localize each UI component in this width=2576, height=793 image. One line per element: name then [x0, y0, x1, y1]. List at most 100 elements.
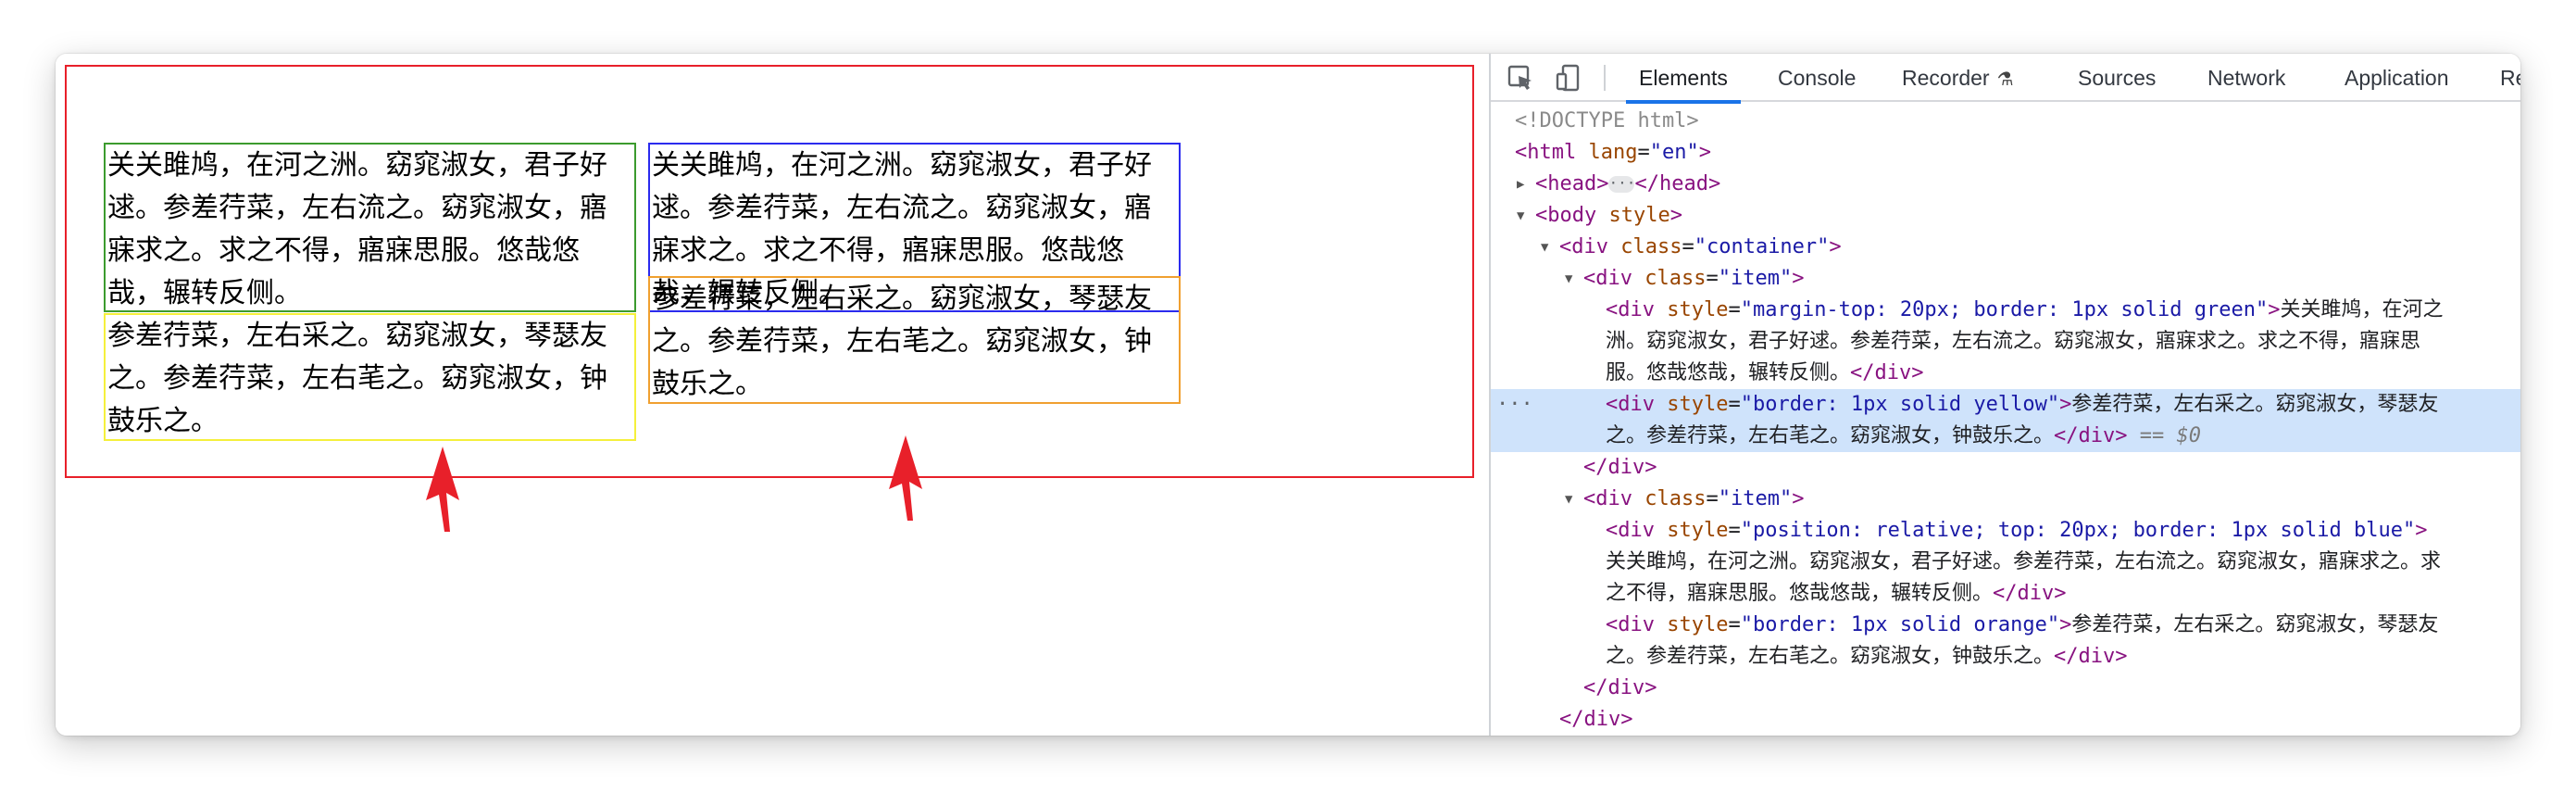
- item1-open-tag: <div: [1583, 267, 1632, 290]
- collapse-triangle-icon[interactable]: ▼: [1517, 200, 1524, 232]
- green-style-value: "margin-top: 20px; border: 1px solid gre…: [1740, 298, 2269, 321]
- blue-style-value: "position: relative; top: 20px; border: …: [1740, 519, 2416, 542]
- tree-node-item-2[interactable]: ▼ <div class="item">: [1491, 484, 2520, 515]
- tree-node-blue-div-cont[interactable]: 关关雎鸠，在河之洲。窈窕淑女，君子好逑。参差荇菜，左右流之。窈窕淑女，寤寐求之。…: [1491, 547, 2520, 578]
- tree-node-orange-div-cont[interactable]: 之。参差荇菜，左右芼之。窈窕淑女，钟鼓乐之。</div>: [1491, 641, 2520, 673]
- tab-elements[interactable]: Elements: [1626, 54, 1741, 104]
- tree-node-blue-div-end[interactable]: 之不得，寤寐思服。悠哉悠哉，辗转反侧。</div>: [1491, 578, 2520, 610]
- container-open-tag: <div: [1559, 235, 1608, 258]
- tree-node-green-div-cont[interactable]: 洲。窈窕淑女，君子好逑。参差荇菜，左右流之。窈窕淑女，寤寐求之。求之不得，寤寐思: [1491, 326, 2520, 358]
- tree-node-item-1[interactable]: ▼ <div class="item">: [1491, 263, 2520, 295]
- inspect-cursor-icon[interactable]: [1506, 63, 1535, 93]
- blue-text-line-2: 之不得，寤寐思服。悠哉悠哉，辗转反侧。: [1606, 582, 1994, 605]
- ellipsis-icon[interactable]: ···: [1608, 176, 1635, 193]
- container-close-tag: </div>: [1559, 708, 1633, 731]
- orange-text-line-2: 之。参差荇菜，左右芼之。窈窕淑女，钟鼓乐之。: [1606, 645, 2055, 668]
- device-toolbar-icon[interactable]: [1554, 63, 1583, 93]
- item2-class-attr: class: [1644, 487, 1707, 510]
- tree-node-green-div-end[interactable]: 服。悠哉悠哉，辗转反侧。</div>: [1491, 358, 2520, 389]
- devtools-toolbar: Elements Console Recorder ⚗ Sources Netwo…: [1491, 54, 2520, 104]
- blue-close-tag: </div>: [1993, 582, 2067, 605]
- yellow-text-line-2: 之。参差荇菜，左右芼之。窈窕淑女，钟鼓乐之。: [1606, 424, 2055, 447]
- row-actions-ellipsis-icon[interactable]: ···: [1496, 389, 1533, 421]
- tree-node-yellow-div-selected[interactable]: ··· <div style="border: 1px solid yellow…: [1491, 389, 2520, 421]
- green-text-line-2: 洲。窈窕淑女，君子好逑。参差荇菜，左右流之。窈窕淑女，寤寐求之。求之不得，寤寐思: [1606, 330, 2421, 353]
- green-style-attr: style: [1667, 298, 1729, 321]
- item2-class-value: "item": [1718, 487, 1793, 510]
- collapse-triangle-icon[interactable]: ▼: [1565, 484, 1572, 515]
- tab-sources[interactable]: Sources: [2078, 54, 2156, 102]
- orange-close-tag: </div>: [2054, 645, 2128, 668]
- yellow-bordered-div: 参差荇菜，左右采之。窈窕淑女，琴瑟友之。参差荇菜，左右芼之。窈窕淑女，钟鼓乐之。: [104, 313, 636, 441]
- tree-node-container[interactable]: ▼ <div class="container">: [1491, 232, 2520, 263]
- elements-tree: <!DOCTYPE html> <html lang="en"> ▶ <head…: [1491, 102, 2520, 736]
- tab-application[interactable]: Application: [2345, 54, 2449, 102]
- tree-node-body[interactable]: ▼ <body style>: [1491, 200, 2520, 232]
- tab-network[interactable]: Network: [2207, 54, 2285, 102]
- tree-node-head[interactable]: ▶ <head>···</head>: [1491, 169, 2520, 200]
- item1-class-value: "item": [1718, 267, 1793, 290]
- red-arrow-icon: [426, 447, 459, 532]
- orange-style-attr: style: [1667, 613, 1729, 636]
- green-bordered-div: 关关雎鸠，在河之洲。窈窕淑女，君子好逑。参差荇菜，左右流之。窈窕淑女，寤寐求之。…: [104, 143, 636, 312]
- red-arrow-icon: [889, 435, 922, 521]
- tree-node-item-1-close[interactable]: </div>: [1491, 452, 2520, 484]
- item2-open-close: >: [1792, 487, 1805, 510]
- blue-text-line-1: 关关雎鸠，在河之洲。窈窕淑女，君子好逑。参差荇菜，左右流之。窈窕淑女，寤寐求之。…: [1606, 550, 2442, 573]
- tree-node-orange-div[interactable]: <div style="border: 1px solid orange">参差…: [1491, 610, 2520, 641]
- item1-class-attr: class: [1644, 267, 1707, 290]
- head-close-tag: </head>: [1634, 172, 1721, 195]
- html-lang-attr: lang: [1588, 141, 1638, 164]
- orange-open-close: >: [2059, 613, 2072, 636]
- orange-style-value: "border: 1px solid orange": [1740, 613, 2060, 636]
- orange-open-tag: <div: [1606, 613, 1655, 636]
- body-open-close: >: [1669, 204, 1682, 227]
- item1-open-close: >: [1792, 267, 1805, 290]
- item2-open-tag: <div: [1583, 487, 1632, 510]
- item2-close-tag: </div>: [1583, 676, 1657, 699]
- green-close-tag: </div>: [1850, 361, 1924, 384]
- blue-style-attr: style: [1667, 519, 1729, 542]
- tree-node-green-div[interactable]: <div style="margin-top: 20px; border: 1p…: [1491, 295, 2520, 326]
- page-preview: 关关雎鸠，在河之洲。窈窕淑女，君子好逑。参差荇菜，左右流之。窈窕淑女，寤寐求之。…: [56, 54, 1489, 736]
- green-text-line-1: 关关雎鸠，在河之: [2280, 298, 2444, 321]
- browser-window: 关关雎鸠，在河之洲。窈窕淑女，君子好逑。参差荇菜，左右流之。窈窕淑女，寤寐求之。…: [56, 54, 2520, 736]
- html-open-close: >: [1698, 141, 1711, 164]
- blue-open-tag: <div: [1606, 519, 1655, 542]
- doctype-text: <!DOCTYPE html>: [1515, 109, 1699, 132]
- expand-triangle-icon[interactable]: ▶: [1517, 169, 1524, 200]
- blue-open-close: >: [2415, 519, 2428, 542]
- tree-node-yellow-div-cont[interactable]: 之。参差荇菜，左右芼之。窈窕淑女，钟鼓乐之。</div> == $0: [1491, 421, 2520, 452]
- green-open-tag: <div: [1606, 298, 1655, 321]
- tree-node-blue-div[interactable]: <div style="position: relative; top: 20p…: [1491, 515, 2520, 547]
- tab-console[interactable]: Console: [1778, 54, 1856, 102]
- yellow-open-tag: <div: [1606, 393, 1655, 416]
- body-style-attr: style: [1608, 204, 1670, 227]
- orange-text-line-1: 参差荇菜，左右采之。窈窕淑女，琴瑟友: [2071, 613, 2439, 636]
- item1-close-tag: </div>: [1583, 456, 1657, 479]
- container-open-close: >: [1829, 235, 1842, 258]
- yellow-style-attr: style: [1667, 393, 1729, 416]
- orange-bordered-div: 参差荇菜，左右采之。窈窕淑女，琴瑟友之。参差荇菜，左右芼之。窈窕淑女，钟鼓乐之。: [648, 276, 1181, 404]
- tree-node-doctype[interactable]: <!DOCTYPE html>: [1491, 106, 2520, 137]
- devtools-panel: Elements Console Recorder ⚗ Sources Netwo…: [1489, 54, 2520, 736]
- tree-node-container-close[interactable]: </div>: [1491, 704, 2520, 736]
- beaker-icon: ⚗: [1996, 69, 2014, 90]
- green-text-line-3: 服。悠哉悠哉，辗转反侧。: [1606, 361, 1851, 384]
- green-open-close: >: [2268, 298, 2281, 321]
- html-open-tag: <html: [1515, 141, 1577, 164]
- selected-node-marker: == $0: [2139, 424, 2201, 447]
- yellow-open-close: >: [2059, 393, 2072, 416]
- yellow-style-value: "border: 1px solid yellow": [1740, 393, 2060, 416]
- tab-recorder-label: Recorder: [1902, 66, 1990, 90]
- collapse-triangle-icon[interactable]: ▼: [1565, 263, 1572, 295]
- container-class-attr: class: [1620, 235, 1682, 258]
- toolbar-divider: [1604, 65, 1606, 91]
- tree-node-item-2-close[interactable]: </div>: [1491, 673, 2520, 704]
- html-lang-value: "en": [1649, 141, 1699, 164]
- head-open-tag: <head>: [1535, 172, 1609, 195]
- collapse-triangle-icon[interactable]: ▼: [1541, 232, 1548, 263]
- tree-node-html[interactable]: <html lang="en">: [1491, 137, 2520, 169]
- tab-truncated[interactable]: Rec: [2500, 54, 2520, 102]
- tab-recorder[interactable]: Recorder ⚗: [1902, 54, 2014, 102]
